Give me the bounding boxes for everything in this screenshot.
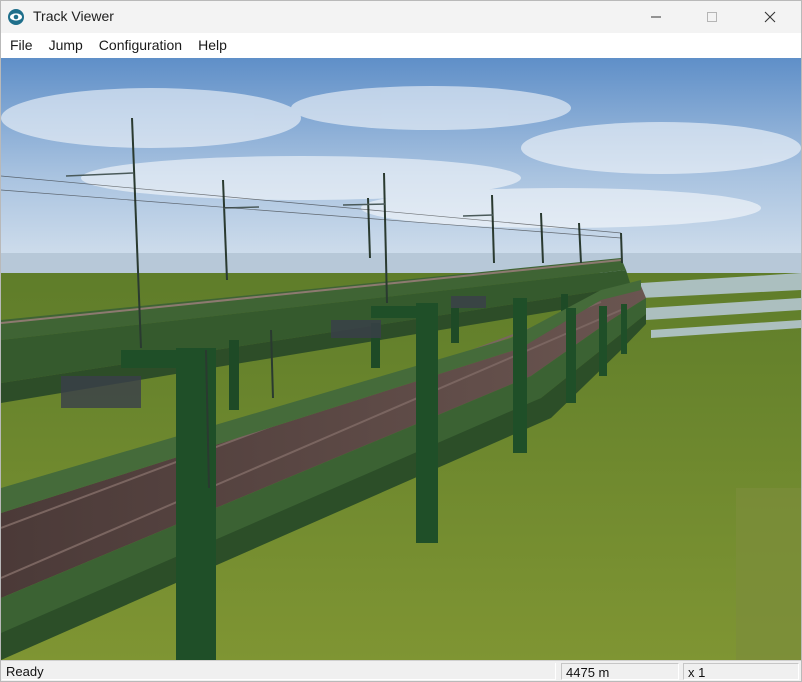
maximize-icon (707, 12, 717, 22)
window-title: Track Viewer (33, 8, 114, 24)
menu-configuration[interactable]: Configuration (91, 33, 190, 58)
status-ready: Ready (2, 663, 556, 680)
close-button[interactable] (747, 1, 793, 33)
title-bar[interactable]: Track Viewer (1, 1, 801, 33)
status-bar: Ready 4475 m x 1 (1, 660, 801, 681)
minimize-button[interactable] (633, 1, 679, 33)
status-speed: x 1 (683, 663, 799, 680)
eye-icon (8, 9, 24, 25)
maximize-button[interactable] (689, 1, 735, 33)
edge-texture (736, 488, 801, 660)
menu-bar: File Jump Configuration Help (1, 33, 801, 58)
scene-render (1, 58, 801, 660)
status-distance: 4475 m (561, 663, 679, 680)
close-icon (764, 11, 776, 23)
menu-file[interactable]: File (1, 33, 41, 58)
track-viewer-window: Track Viewer File Jump Configuration Hel… (0, 0, 802, 682)
minimize-icon (651, 16, 661, 18)
menu-jump[interactable]: Jump (41, 33, 91, 58)
3d-viewport[interactable] (1, 58, 801, 660)
menu-help[interactable]: Help (190, 33, 235, 58)
